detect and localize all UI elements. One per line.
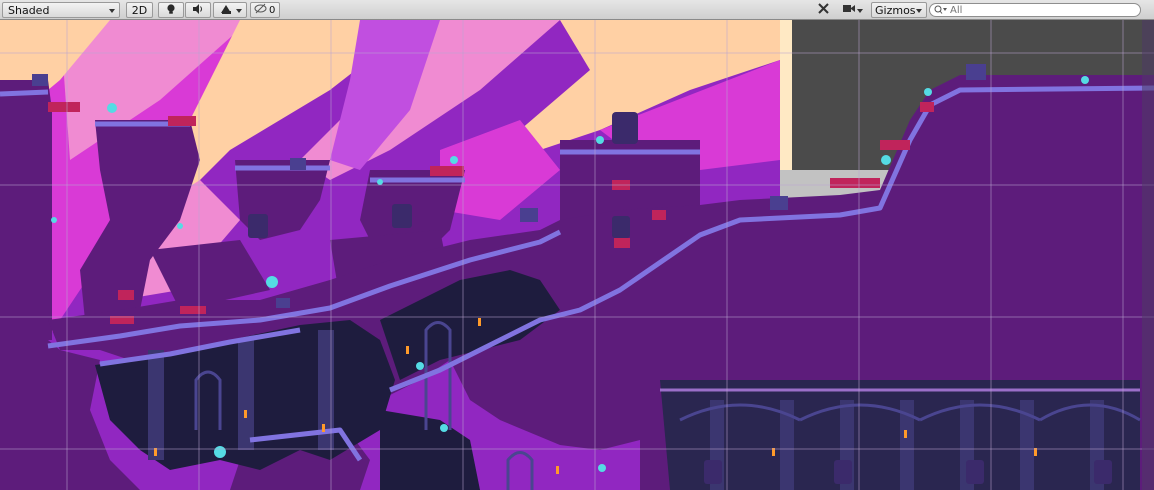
chevron-down-icon [236,9,242,13]
right-edge-strip [1142,20,1154,490]
audio-toggle[interactable] [185,2,211,18]
eye-slash-icon [254,3,267,17]
gizmos-label: Gizmos [875,3,916,17]
search-field[interactable] [929,3,1141,17]
chevron-down-icon [109,9,115,13]
scene-canvas [0,20,1154,490]
search-icon [934,5,948,18]
search-input[interactable] [950,4,1135,16]
chevron-down-icon [916,9,922,13]
gizmos-dropdown[interactable]: Gizmos [871,2,927,18]
hidden-count: 0 [269,4,276,16]
scene-view[interactable] [0,20,1154,490]
camera-icon [842,3,856,17]
lighting-toggle[interactable] [158,2,184,18]
camera-dropdown[interactable] [838,2,868,18]
mode-2d-button[interactable]: 2D [126,2,153,18]
effects-icon [220,3,233,18]
effects-dropdown[interactable] [213,2,247,18]
speaker-icon [192,3,204,18]
tools-icon [817,2,830,18]
shading-mode-dropdown[interactable]: Shaded [2,2,120,18]
lightbulb-icon [165,3,177,18]
scene-toolbar: Shaded 2D 0 Gizmos [0,0,1154,20]
mode-2d-label: 2D [131,3,148,17]
shading-mode-label: Shaded [8,3,50,17]
tools-button[interactable] [813,2,833,18]
sky-edge-strip [780,20,792,170]
chevron-down-icon [857,9,863,13]
hidden-layers-toggle[interactable]: 0 [250,2,280,18]
